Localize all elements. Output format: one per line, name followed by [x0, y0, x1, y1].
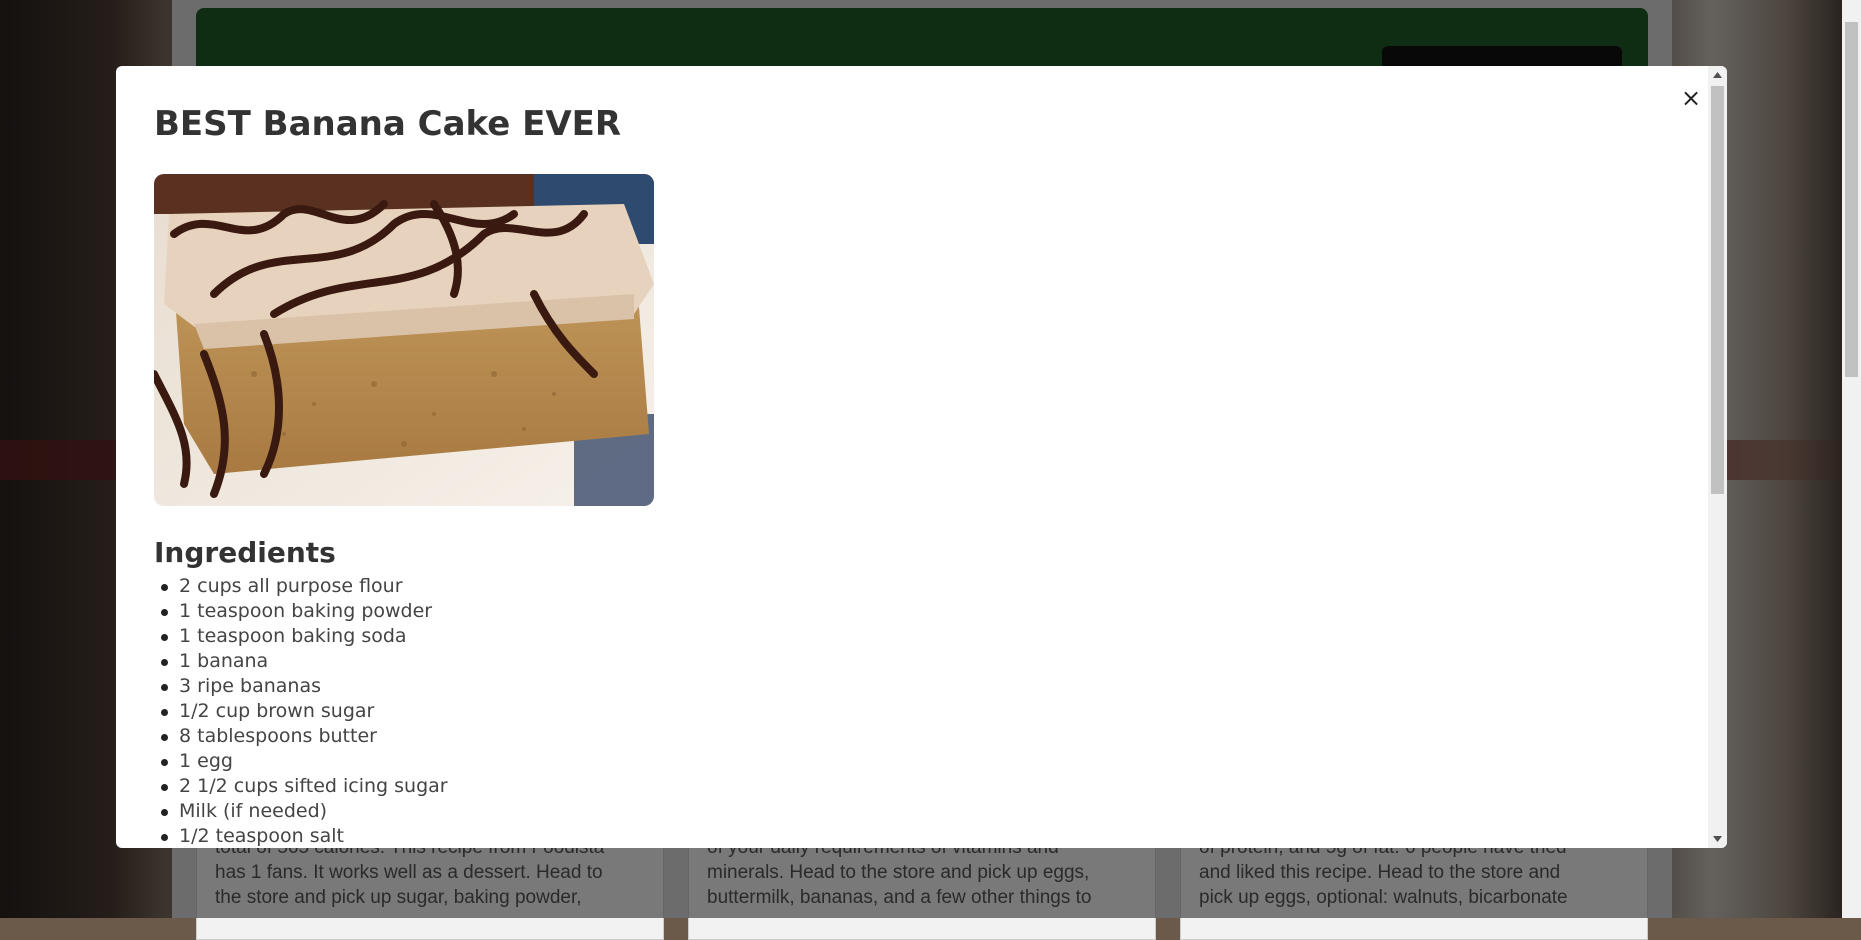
modal-content: BEST Banana Cake EVER × Ingredients 2 cu… [116, 66, 1706, 848]
page-scrollbar[interactable] [1842, 0, 1861, 918]
modal-scrollbar-thumb[interactable] [1711, 86, 1724, 494]
ingredient-item: 3 ripe bananas [161, 674, 448, 699]
ingredient-item: 1 teaspoon baking soda [161, 624, 448, 649]
recipe-modal: BEST Banana Cake EVER × Ingredients 2 cu… [116, 66, 1727, 848]
ingredient-item: 1 banana [161, 649, 448, 674]
page-scrollbar-thumb[interactable] [1845, 22, 1858, 377]
ingredient-item: 2 cups all purpose flour [161, 574, 448, 599]
ingredients-list: 2 cups all purpose flour 1 teaspoon baki… [154, 574, 448, 848]
scroll-down-arrow-icon[interactable] [1708, 830, 1727, 848]
ingredients-heading: Ingredients [154, 536, 336, 569]
ingredient-item: 2 1/2 cups sifted icing sugar [161, 775, 448, 797]
ingredient-item: 1/2 teaspoon salt [161, 824, 448, 848]
modal-title: BEST Banana Cake EVER [154, 104, 622, 144]
ingredient-item: Milk (if needed) [161, 799, 448, 824]
scroll-up-arrow-icon[interactable] [1708, 66, 1727, 84]
ingredient-item: 1 teaspoon baking powder [161, 599, 448, 624]
close-button[interactable]: × [1677, 84, 1705, 112]
ingredient-item: 8 tablespoons butter [161, 724, 448, 749]
ingredient-item: 1 egg [161, 749, 448, 774]
modal-scrollbar[interactable] [1708, 66, 1727, 848]
recipe-image [154, 174, 654, 506]
ingredient-item: 1/2 cup brown sugar [161, 699, 448, 724]
